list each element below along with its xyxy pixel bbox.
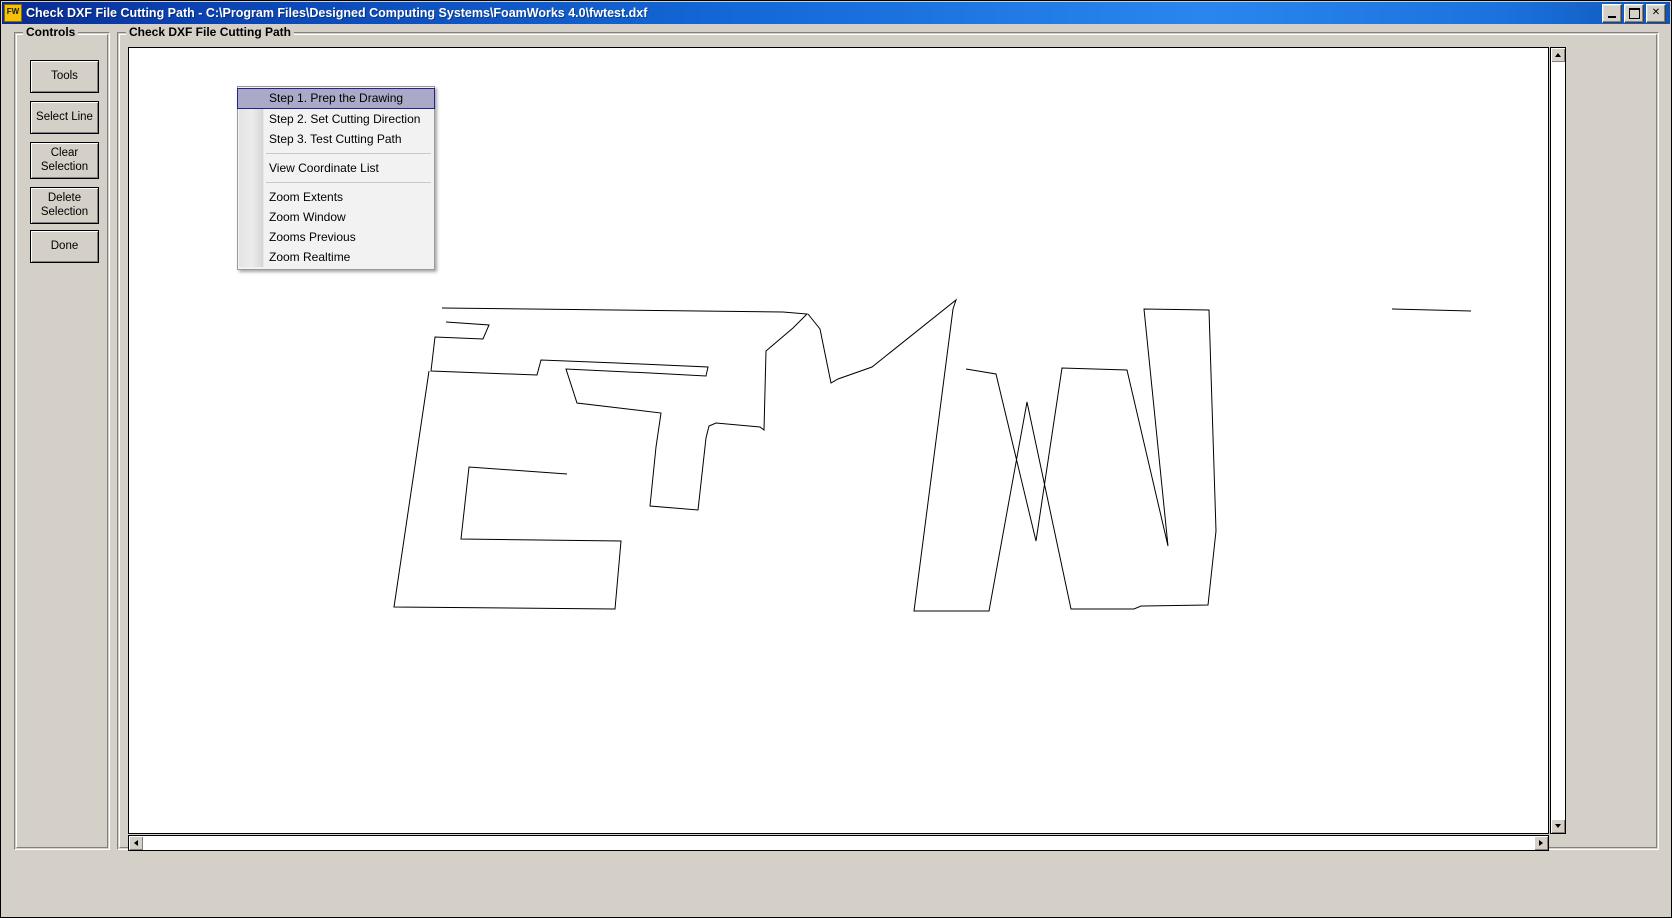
menu-item-step3-test-cutting-path[interactable]: Step 3. Test Cutting Path bbox=[238, 129, 434, 149]
select-line-button-label: Select Line bbox=[36, 110, 93, 123]
scroll-right-arrow-icon bbox=[1539, 840, 1543, 846]
menu-item-zoom-extents[interactable]: Zoom Extents bbox=[238, 187, 434, 207]
window-bottom-filler bbox=[2, 855, 1670, 917]
scroll-right-button[interactable] bbox=[1534, 836, 1548, 850]
minimize-icon bbox=[1603, 5, 1621, 22]
done-button[interactable]: Done bbox=[30, 230, 99, 263]
cutting-path-groupbox-label: Check DXF File Cutting Path bbox=[126, 25, 295, 39]
menu-item-zoom-realtime[interactable]: Zoom Realtime bbox=[238, 247, 434, 267]
tools-button[interactable]: Tools bbox=[30, 60, 99, 93]
menu-separator bbox=[266, 153, 431, 154]
maximize-icon bbox=[1625, 5, 1643, 22]
done-button-label: Done bbox=[50, 239, 79, 252]
canvas-horizontal-scrollbar[interactable] bbox=[128, 835, 1549, 851]
delete-selection-button-label: Delete Selection bbox=[40, 192, 89, 218]
clear-selection-button[interactable]: Clear Selection bbox=[30, 142, 99, 179]
dxf-letter-w-outline bbox=[807, 298, 1217, 612]
scroll-up-arrow-icon bbox=[1555, 53, 1561, 57]
menu-item-zooms-previous[interactable]: Zooms Previous bbox=[238, 227, 434, 247]
scroll-left-button[interactable] bbox=[129, 836, 143, 850]
maximize-button[interactable] bbox=[1624, 3, 1644, 23]
scroll-up-button[interactable] bbox=[1551, 48, 1565, 62]
menu-item-list: Step 1. Prep the Drawing Step 2. Set Cutt… bbox=[237, 88, 435, 267]
canvas-vertical-scrollbar[interactable] bbox=[1550, 47, 1566, 834]
minimize-button[interactable] bbox=[1602, 3, 1622, 23]
horizontal-scroll-track[interactable] bbox=[143, 836, 1534, 850]
select-line-button[interactable]: Select Line bbox=[30, 101, 99, 134]
dxf-letter-f-outline bbox=[430, 307, 809, 511]
delete-selection-button[interactable]: Delete Selection bbox=[30, 187, 99, 224]
application-window: FW Check DXF File Cutting Path - C:\Prog… bbox=[0, 0, 1672, 918]
close-button[interactable]: ✕ bbox=[1646, 3, 1666, 23]
menu-separator bbox=[266, 182, 431, 183]
controls-groupbox-label: Controls bbox=[23, 25, 79, 39]
window-title: Check DXF File Cutting Path - C:\Program… bbox=[26, 6, 648, 20]
menu-item-zoom-window[interactable]: Zoom Window bbox=[238, 207, 434, 227]
menu-item-step2-cutting-direction[interactable]: Step 2. Set Cutting Direction bbox=[238, 109, 434, 129]
window-titlebar[interactable]: FW Check DXF File Cutting Path - C:\Prog… bbox=[2, 2, 1670, 24]
dxf-path-group bbox=[393, 298, 1472, 612]
dxf-letter-f-lower-outline bbox=[393, 370, 622, 610]
cutting-path-context-menu[interactable]: Step 1. Prep the Drawing Step 2. Set Cutt… bbox=[237, 86, 435, 270]
dxf-lead-in-line bbox=[1391, 308, 1472, 312]
foamworks-app-icon: FW bbox=[4, 4, 22, 22]
controls-groupbox: Controls Tools Select Line Clear Selection… bbox=[14, 25, 110, 850]
scroll-down-button[interactable] bbox=[1551, 819, 1565, 833]
scroll-left-arrow-icon bbox=[134, 840, 138, 846]
menu-item-view-coordinate-list[interactable]: View Coordinate List bbox=[238, 158, 434, 178]
scroll-down-arrow-icon bbox=[1555, 824, 1561, 828]
vertical-scroll-track[interactable] bbox=[1551, 62, 1565, 819]
window-controls: ✕ bbox=[1602, 3, 1666, 23]
close-icon: ✕ bbox=[1651, 7, 1661, 18]
menu-item-step1-prep-drawing[interactable]: Step 1. Prep the Drawing bbox=[237, 88, 435, 109]
clear-selection-button-label: Clear Selection bbox=[40, 147, 89, 173]
tools-button-label: Tools bbox=[51, 69, 78, 82]
